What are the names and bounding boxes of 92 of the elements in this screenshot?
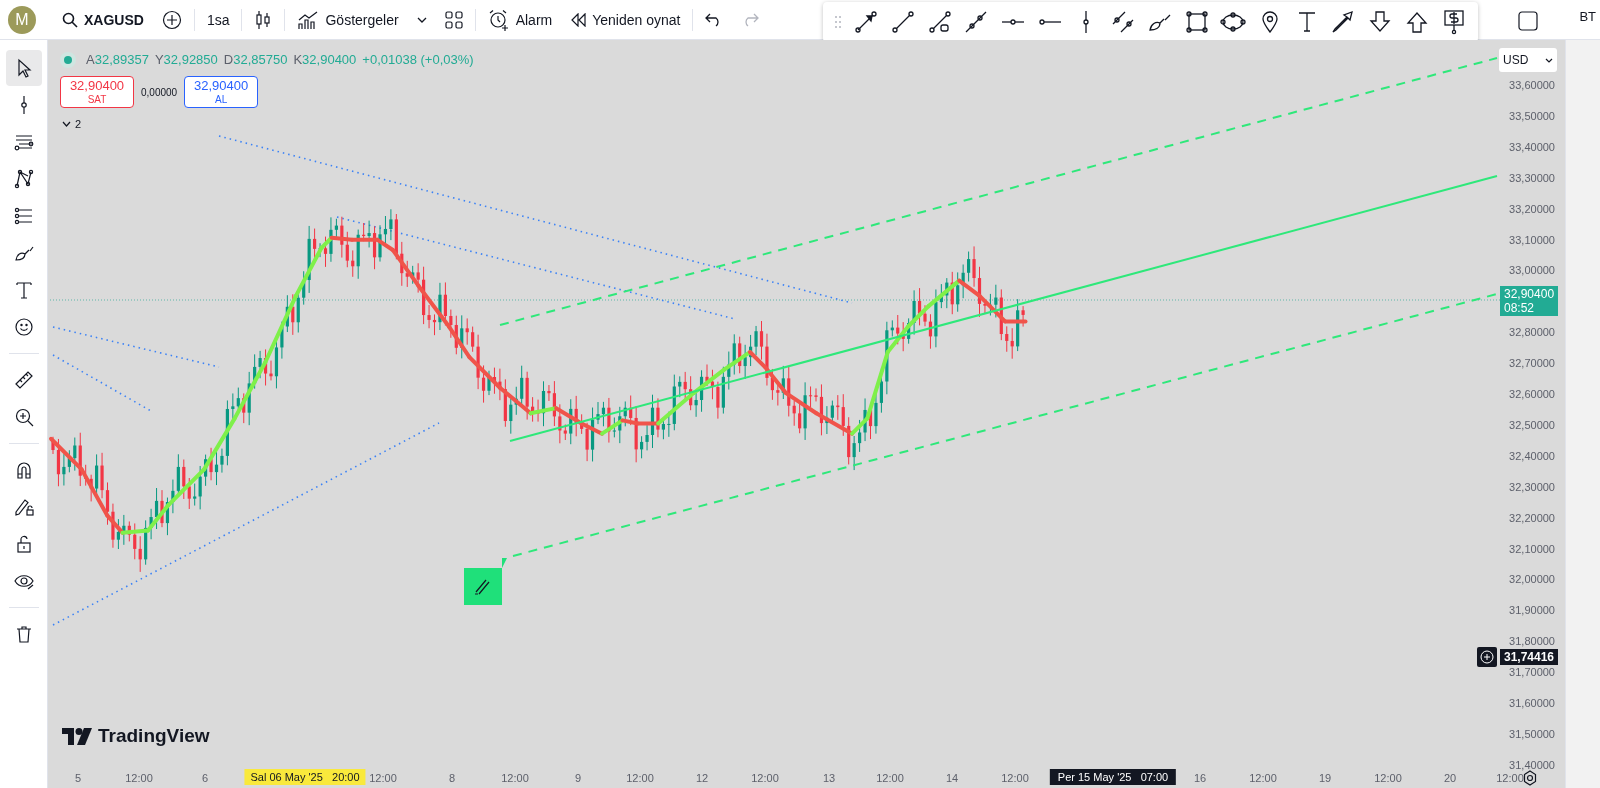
countdown: 08:52 — [1504, 301, 1536, 316]
time-tick: 12:00 — [1249, 772, 1277, 784]
crosshair-icon — [20, 95, 27, 115]
line-with-box-icon[interactable] — [926, 9, 953, 35]
interval-button[interactable]: 1sa — [200, 7, 236, 32]
candles-icon — [254, 9, 273, 30]
indicators-toggle[interactable]: 2 — [62, 118, 82, 130]
price-tick: 32,60000 — [1509, 387, 1555, 401]
alarm-clock-icon — [487, 8, 510, 31]
ohlc-value: D32,85750 — [223, 52, 288, 67]
drag-handle-icon[interactable] — [834, 15, 843, 29]
account-label[interactable]: BT — [1579, 9, 1596, 24]
chevron-down-icon — [416, 16, 427, 23]
square-icon[interactable] — [1518, 11, 1538, 31]
time-tick: 12:00 — [751, 772, 779, 784]
time-tick: 8 — [448, 772, 456, 784]
time-tick: 13 — [822, 772, 836, 784]
arrow-line-icon[interactable] — [853, 9, 880, 35]
price-tick: 32,70000 — [1509, 356, 1555, 370]
trend-line[interactable] — [336, 216, 736, 320]
chevron-down-icon — [62, 121, 71, 127]
spread-value: 0,00000 — [141, 86, 178, 98]
price-tick: 31,60000 — [1509, 696, 1555, 710]
indicators-button[interactable]: Göstergeler — [291, 5, 405, 34]
time-tick: 6 — [201, 772, 209, 784]
time-tick: 14 — [945, 772, 959, 784]
time-tick: 12 — [695, 772, 709, 784]
time-tick: Sal 06 May '25 20:00 — [244, 769, 366, 785]
pattern-icon — [12, 168, 35, 190]
price-tick: 33,40000 — [1509, 140, 1555, 154]
chevron-down-icon — [1545, 57, 1553, 63]
price-change: +0,01038 (+0,03%) — [362, 52, 474, 67]
price-tick: 32,00000 — [1509, 572, 1555, 586]
time-tick: Per 15 May '25 07:00 — [1049, 769, 1177, 785]
replay-button[interactable]: Yeniden oynat — [564, 7, 687, 32]
price-tick: 32,80000 — [1509, 325, 1555, 339]
time-tick: 9 — [574, 772, 582, 784]
price-tick: 32,50000 — [1509, 418, 1555, 432]
add-alert-icon[interactable] — [1477, 647, 1497, 667]
price-tick: 32,40000 — [1509, 449, 1555, 463]
price-tick: 33,60000 — [1509, 78, 1555, 92]
time-tick: 19 — [1318, 772, 1332, 784]
rectangle-icon[interactable] — [1183, 9, 1210, 35]
ohlc-value: K32,90400 — [293, 52, 357, 67]
rewind-icon — [570, 12, 587, 27]
time-tick: 12:00 — [125, 772, 153, 784]
time-tick: 12:00 — [501, 772, 529, 784]
price-tick: 31,50000 — [1509, 727, 1555, 741]
fib-levels-icon — [12, 205, 35, 227]
time-tick: 12:00 — [626, 772, 654, 784]
price-tick: 31,90000 — [1509, 603, 1555, 617]
status-dot-icon — [64, 55, 72, 64]
search-icon — [62, 11, 78, 28]
time-tick: 20 — [1443, 772, 1457, 784]
price-tick: 31,80000 — [1509, 634, 1555, 648]
buy-button[interactable]: 32,90400 AL — [184, 76, 259, 108]
time-tick: 12:00 — [1374, 772, 1402, 784]
ohlc-value: A32,89357 — [86, 52, 149, 67]
price-tick: 32,20000 — [1509, 511, 1555, 525]
chart-icon — [297, 9, 320, 30]
time-tick: 16 — [1193, 772, 1207, 784]
time-tick: 12:00 — [1496, 772, 1524, 784]
crosshair-price-label: 31,74416 — [1500, 649, 1558, 665]
symbol-search-button[interactable]: XAGUSD — [56, 7, 150, 32]
time-tick: 12:00 — [876, 772, 904, 784]
last-price: 32,90400 — [1504, 286, 1556, 301]
note-marker-icon[interactable] — [464, 558, 507, 605]
tool-button[interactable] — [5, 50, 42, 86]
plus-circle-icon — [161, 9, 182, 30]
price-tick: 33,50000 — [1509, 109, 1555, 123]
price-tick: 33,10000 — [1509, 233, 1555, 246]
alert-button[interactable]: Alarm — [481, 4, 559, 35]
price-tick: 32,30000 — [1509, 480, 1555, 494]
price-tick: 33,30000 — [1509, 171, 1555, 185]
sell-button[interactable]: 32,90400 SAT — [60, 76, 134, 108]
time-tick: 12:00 — [1001, 772, 1029, 784]
settings-icon[interactable] — [1522, 770, 1538, 786]
smiley-icon — [12, 316, 35, 338]
price-tick: 33,00000 — [1509, 263, 1555, 277]
time-tick: 5 — [74, 772, 82, 784]
ohlc-value: Y32,92850 — [154, 52, 218, 67]
time-tick: 12:00 — [369, 772, 397, 784]
price-tick: 33,20000 — [1509, 202, 1555, 216]
price-tick: 32,10000 — [1509, 542, 1555, 555]
ellipse-icon[interactable] — [1220, 9, 1247, 35]
grid-icon — [444, 10, 463, 29]
line-icon[interactable] — [889, 9, 916, 35]
logo-icon — [62, 727, 92, 745]
price-tick: 31,40000 — [1509, 758, 1555, 772]
price-tick: 31,70000 — [1509, 665, 1555, 679]
currency-dropdown[interactable]: USD — [1499, 48, 1557, 72]
brand-name: TradingView — [98, 725, 210, 747]
